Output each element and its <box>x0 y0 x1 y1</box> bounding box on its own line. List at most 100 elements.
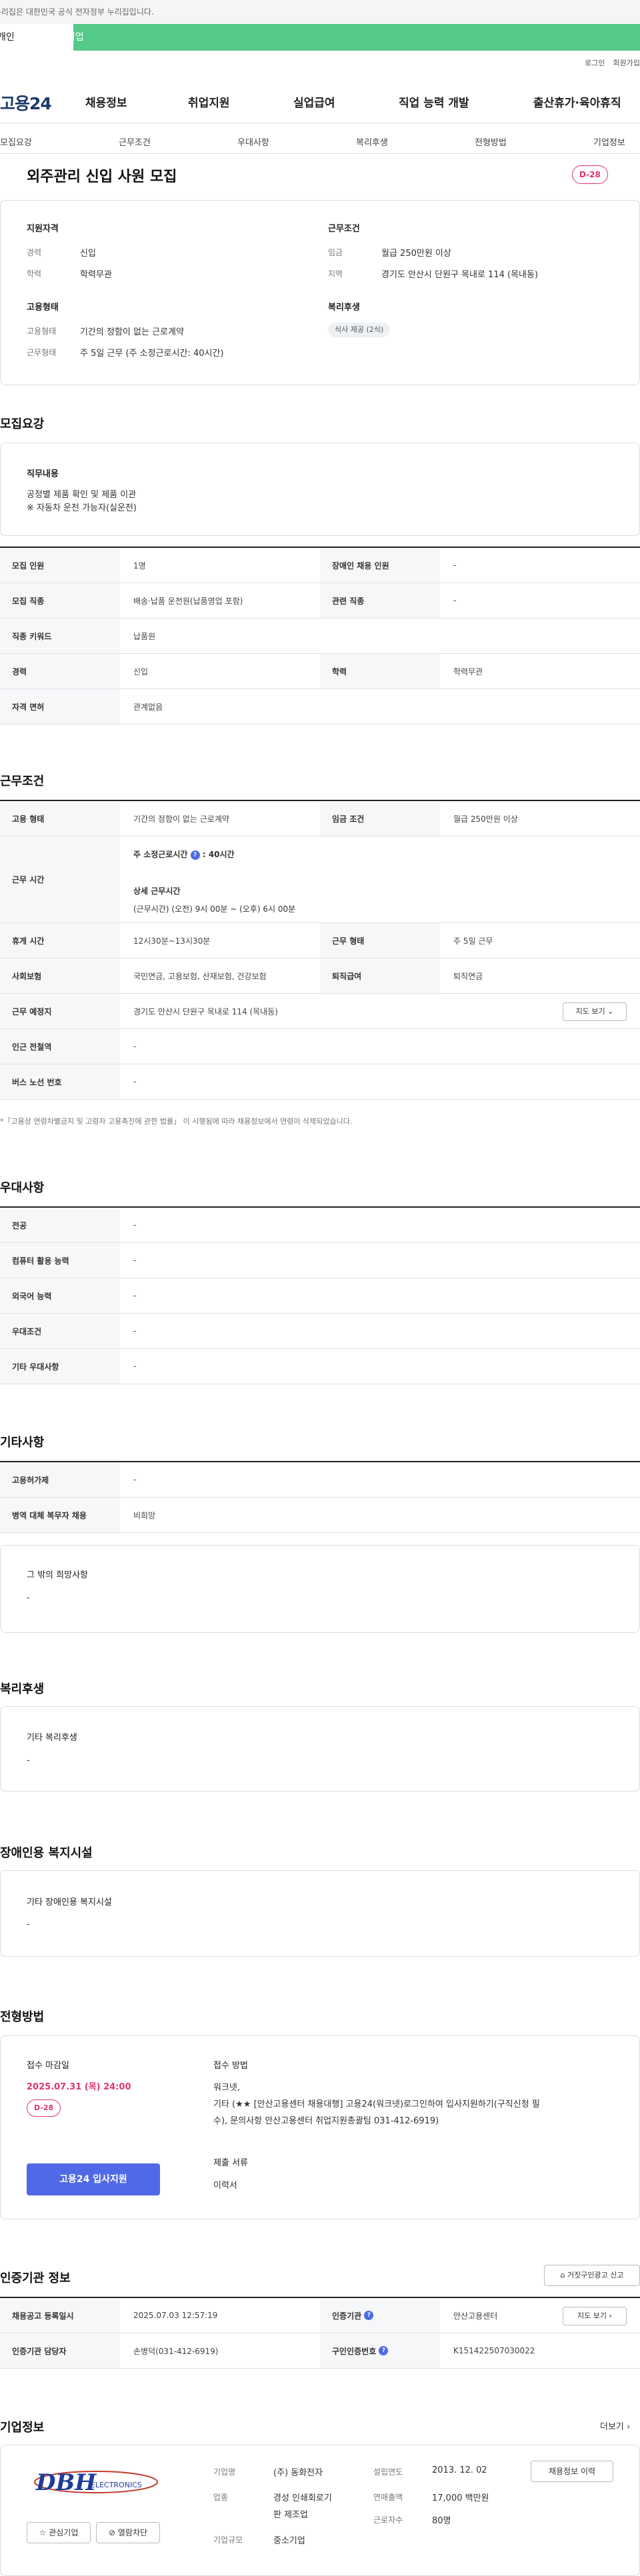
report-fake-ad-button[interactable]: ⌂ 거짓구인광고 신고 <box>544 2265 640 2286</box>
duty-line-1: 공정별 제품 확인 및 제품 이관 <box>27 490 137 500</box>
company-more-link[interactable]: 더보기 › <box>600 2419 630 2432</box>
signup-link[interactable]: 회원가입 <box>613 59 640 67</box>
map-view-label: 지도 보기 <box>575 1007 605 1016</box>
table-row: 버스 노선 번호 - <box>0 1064 640 1100</box>
cell-label: 고용 형태 <box>0 801 120 836</box>
work-form-value: 주 5일 근무 (주 소정근로시간: 40시간) <box>80 349 224 359</box>
cell-label: 직종 키워드 <box>0 619 120 653</box>
lnb-pref[interactable]: 우대사항 <box>237 135 269 148</box>
gnb-unemployment[interactable]: 실업급여 <box>293 93 335 110</box>
method-line-2: 기타 (★★ [안산고용센터 채용대행] 고용24(워크넷)로그인하여 입사지원… <box>213 2099 540 2109</box>
cell-value: - <box>133 1291 137 1300</box>
login-link[interactable]: 로그인 <box>585 59 605 67</box>
sales-label: 연매출액 <box>373 2493 403 2502</box>
cell-value: 국민연금, 고용보험, 산재보험, 건강보험 <box>133 971 267 981</box>
cert-no-label: 구인인증번호 <box>332 2346 377 2356</box>
disabled-value: - <box>27 1920 30 1930</box>
table-row: 경력 신입 학력 학력무관 <box>0 654 640 689</box>
job-history-button[interactable]: 채용정보 이력 <box>531 2461 613 2482</box>
section-welfare-title: 복리후생 <box>0 1682 45 1696</box>
duty-label: 직무내용 <box>27 469 59 479</box>
method-label: 접수 방법 <box>213 2061 248 2071</box>
cell-value: - <box>133 1475 137 1484</box>
dday-badge: D-28 <box>572 165 608 184</box>
agency-map-button[interactable]: 지도 보기 › <box>563 2307 627 2325</box>
gnb-employment-support[interactable]: 취업지원 <box>188 93 230 110</box>
weekly-hours-value: : 40시간 <box>202 850 235 859</box>
cell-value: - <box>133 1362 137 1371</box>
docs-value: 이력서 <box>213 2181 237 2191</box>
cell-label: 모집 직종 <box>0 583 120 618</box>
tab-company[interactable]: 기업 <box>67 24 84 51</box>
table-row: 고용 형태 기간의 정함이 없는 근로계약 임금 조건 월급 250만원 이상 <box>0 801 640 836</box>
deadline-label: 접수 마감일 <box>27 2061 69 2071</box>
section-etc-title: 기타사항 <box>0 1436 45 1450</box>
disabled-card <box>0 1870 640 1957</box>
cell-value: 신입 <box>133 666 149 676</box>
lnb-recruit[interactable]: 모집요강 <box>0 135 32 148</box>
site-logo[interactable]: 고용24 <box>0 91 52 115</box>
lnb-company[interactable]: 기업정보 <box>593 135 625 148</box>
company-name-label: 기업명 <box>213 2467 236 2477</box>
lnb-welfare[interactable]: 복리후생 <box>356 135 388 148</box>
work-form-label: 근무형태 <box>27 348 57 357</box>
table-row: 모집 인원 1명 장애인 채용 인원 - <box>0 548 640 583</box>
info-icon[interactable]: ? <box>379 2346 389 2355</box>
block-icon: ⊘ <box>108 2528 116 2537</box>
sales-value: 17,000 백만원 <box>432 2493 489 2503</box>
map-view-button[interactable]: 지도 보기 ⌄ <box>563 1002 627 1021</box>
gnb-jobs[interactable]: 채용정보 <box>85 93 127 110</box>
gnb-parental-leave[interactable]: 출산휴가·육아휴직 <box>533 93 621 110</box>
company-size-label: 기업규모 <box>213 2535 243 2545</box>
table-row: 채용공고 등록일시 2025.07.03 12:57:19 인증기관 ? 안산고… <box>0 2298 640 2333</box>
help-icon[interactable]: ? <box>190 850 200 860</box>
other-wishes-label: 그 밖의 희망사항 <box>27 1570 88 1580</box>
lnb-work[interactable]: 근무조건 <box>119 135 151 148</box>
cell-value: - <box>133 1220 137 1230</box>
apply-button[interactable]: 고용24 입사지원 <box>27 2163 160 2195</box>
founded-value: 2013. 12. 02 <box>432 2465 487 2475</box>
welfare-card <box>0 1706 640 1792</box>
top-links: 로그인 회원가입 <box>577 57 640 68</box>
weekly-hours-label: 주 소정근로시간 <box>133 850 188 859</box>
section-agency-title: 인증기관 정보 <box>0 2271 71 2285</box>
cell-label: 모집 인원 <box>0 548 120 583</box>
agency-map-label: 지도 보기 <box>577 2311 607 2320</box>
detail-hours-label: 상세 근무시간 <box>133 886 181 896</box>
table-row: 직종 키워드 납품원 <box>0 619 640 654</box>
lnb-screening[interactable]: 전형방법 <box>475 135 507 148</box>
emp-type-value: 기간의 정함이 없는 근로계약 <box>80 327 184 337</box>
cell-label: 외국어 능력 <box>0 1278 120 1313</box>
duty-line-2: ※ 자동차 운전 가능자(실운전) <box>27 503 137 513</box>
disabled-label: 기타 장애인용 복지시설 <box>27 1898 112 1908</box>
location-label: 지역 <box>328 269 343 279</box>
cell-label: 임금 조건 <box>320 801 440 836</box>
cell-label: 전공 <box>0 1208 120 1242</box>
section-company-title: 기업정보 <box>0 2421 45 2435</box>
cell-label: 장애인 채용 인원 <box>320 548 440 583</box>
method-line-3: 수), 문의사항 안산고용센터 취업지원총괄팀 031-412-6919) <box>213 2116 439 2126</box>
section-work-title: 근무조건 <box>0 774 45 788</box>
gnb-training[interactable]: 직업 능력 개발 <box>399 93 469 110</box>
weekly-hours: 주 소정근로시간 ? : 40시간 <box>133 848 235 860</box>
cell-label: 우대조건 <box>0 1314 120 1348</box>
cell-value: 1명 <box>133 561 146 571</box>
logo-subtext: ELECTRONICS <box>91 2481 142 2489</box>
table-row: 고용허가제 - <box>0 1462 640 1498</box>
cell-label: 관련 직종 <box>320 583 440 618</box>
cell-value: K151422507030022 <box>453 2346 535 2355</box>
tab-personal[interactable]: 개인 <box>0 24 73 51</box>
welfare-title: 복리후생 <box>328 303 360 313</box>
emp-type-label: 고용형태 <box>27 327 57 336</box>
edu-value: 학력무관 <box>80 270 112 280</box>
cell-value: 퇴직연금 <box>453 971 483 981</box>
block-company-button[interactable]: ⊘ 열람차단 <box>96 2522 160 2543</box>
section-recruit-title: 모집요강 <box>0 417 45 431</box>
cell-label: 인증기관 ? <box>320 2298 440 2333</box>
cell-label: 퇴직급여 <box>320 958 440 993</box>
cell-value: 월급 250만원 이상 <box>453 814 518 824</box>
cell-label: 휴게 시간 <box>0 923 120 958</box>
detail-hours-value: (근무시간) (오전) 9시 00분 ~ (오후) 6시 00분 <box>133 904 296 914</box>
favorite-company-button[interactable]: ☆ 관심기업 <box>27 2522 91 2543</box>
info-icon[interactable]: ? <box>364 2311 374 2320</box>
